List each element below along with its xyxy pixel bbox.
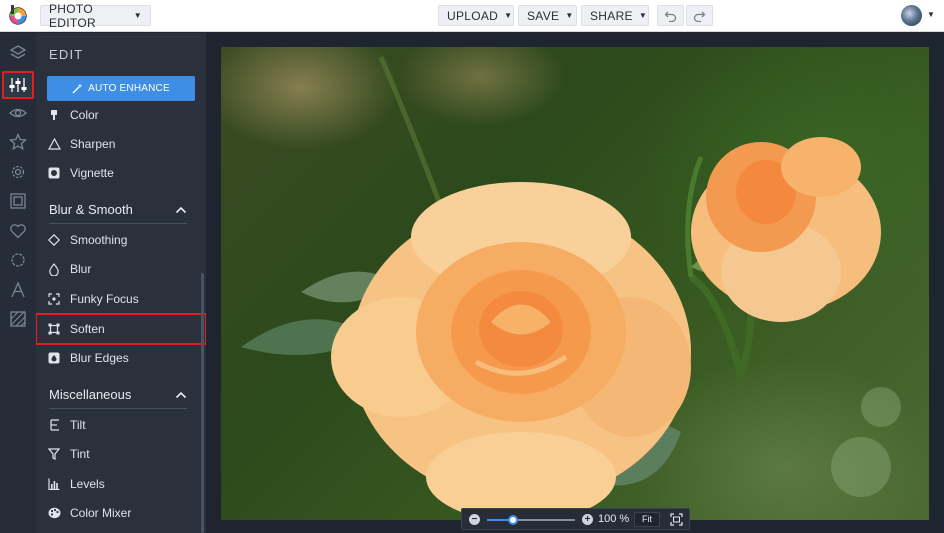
- auto-enhance-button[interactable]: AUTO ENHANCE: [47, 76, 195, 101]
- tool-label: Blur Edges: [70, 351, 129, 365]
- tool-label: Vignette: [70, 166, 114, 180]
- diamond-icon: [47, 233, 61, 247]
- tool-label: Tint: [70, 447, 90, 461]
- zoom-bar: − + 100 % Fit: [461, 508, 690, 530]
- account-caret-icon[interactable]: ▼: [927, 10, 935, 19]
- section-blur-smooth[interactable]: Blur & Smooth: [49, 196, 187, 224]
- tool-label: Color: [70, 108, 99, 122]
- tool-smoothing[interactable]: Smoothing: [47, 228, 197, 252]
- zoom-value: 100 %: [598, 513, 630, 525]
- chevron-up-icon: [175, 206, 187, 213]
- tool-color-mixer[interactable]: Color Mixer: [47, 501, 197, 525]
- upload-button[interactable]: UPLOAD ▼: [438, 5, 514, 26]
- save-label: SAVE: [527, 8, 560, 23]
- triangle-icon: [47, 137, 61, 151]
- photo-canvas[interactable]: [221, 47, 929, 520]
- edit-panel: EDIT AUTO ENHANCE Color Sharpen Vignette…: [36, 33, 206, 533]
- adjustments-tool-button[interactable]: [2, 71, 34, 99]
- tool-tint[interactable]: Tint: [47, 442, 197, 466]
- section-title: Blur & Smooth: [49, 202, 133, 217]
- share-label: SHARE: [590, 8, 633, 23]
- gear-icon[interactable]: [8, 162, 28, 182]
- section-title: Miscellaneous: [49, 387, 132, 402]
- frame-icon[interactable]: [8, 191, 28, 211]
- tool-blur-edges[interactable]: Blur Edges: [47, 346, 197, 370]
- badge-icon[interactable]: [8, 250, 28, 270]
- section-miscellaneous[interactable]: Miscellaneous: [49, 381, 187, 409]
- vignette-icon: [47, 166, 61, 180]
- undo-icon: [664, 11, 677, 22]
- layers-icon[interactable]: [8, 43, 28, 63]
- tool-label: Funky Focus: [70, 292, 139, 306]
- fullscreen-icon[interactable]: [670, 513, 683, 526]
- tool-label: Levels: [70, 477, 105, 491]
- save-button[interactable]: SAVE ▼: [518, 5, 577, 26]
- tool-rail: [0, 33, 36, 533]
- texture-icon[interactable]: [8, 309, 28, 329]
- tool-label: Smoothing: [70, 233, 128, 247]
- zoom-slider-handle[interactable]: [508, 515, 519, 525]
- tool-sharpen[interactable]: Sharpen: [47, 132, 197, 156]
- tool-color[interactable]: Color: [47, 103, 197, 127]
- magic-wand-icon: [72, 83, 83, 94]
- tool-blur[interactable]: Blur: [47, 257, 197, 281]
- photo-editor-menu-button[interactable]: PHOTO EDITOR ▼: [40, 2, 151, 30]
- canvas-area: [206, 33, 944, 533]
- tilt-icon: [47, 418, 61, 432]
- undo-button[interactable]: [657, 5, 684, 26]
- tool-tilt[interactable]: Tilt: [47, 413, 197, 437]
- tool-levels[interactable]: Levels: [47, 472, 197, 496]
- tool-vignette[interactable]: Vignette: [47, 161, 197, 185]
- caret-down-icon: ▼: [504, 11, 513, 20]
- star-icon[interactable]: [8, 132, 28, 152]
- zoom-in-button[interactable]: +: [582, 514, 593, 525]
- fit-button[interactable]: Fit: [634, 512, 660, 527]
- upload-label: UPLOAD: [447, 8, 499, 23]
- panel-title: EDIT: [49, 47, 84, 62]
- app-logo-icon[interactable]: [8, 5, 28, 25]
- palette-icon: [47, 506, 61, 520]
- adjustments-icon: [9, 78, 27, 92]
- blur-edges-icon: [47, 351, 61, 365]
- tool-label: Tilt: [70, 418, 86, 432]
- bar-chart-icon: [47, 477, 61, 491]
- redo-icon: [693, 11, 706, 22]
- funnel-icon: [47, 447, 61, 461]
- caret-down-icon: ▼: [565, 11, 574, 20]
- eye-icon[interactable]: [8, 103, 28, 123]
- avatar[interactable]: [901, 5, 922, 26]
- focus-icon: [47, 292, 61, 306]
- paint-bucket-icon: [47, 108, 61, 122]
- tool-label: Blur: [70, 262, 92, 276]
- photo-editor-menu-label: PHOTO EDITOR: [49, 1, 96, 30]
- tool-funky-focus[interactable]: Funky Focus: [47, 287, 197, 311]
- top-bar: PHOTO EDITOR ▼ UPLOAD ▼ SAVE ▼ SHARE ▼ ▼: [0, 0, 944, 32]
- caret-down-icon: ▼: [638, 11, 648, 20]
- heart-icon[interactable]: [8, 221, 28, 241]
- redo-button[interactable]: [686, 5, 713, 26]
- zoom-out-button[interactable]: −: [469, 514, 480, 525]
- panel-scrollbar[interactable]: [201, 273, 204, 533]
- caret-down-icon: ▼: [133, 11, 142, 20]
- tool-label: Color Mixer: [70, 506, 132, 520]
- drop-icon: [47, 262, 61, 276]
- selected-tool-highlight: [36, 313, 206, 345]
- auto-enhance-label: AUTO ENHANCE: [88, 83, 170, 94]
- share-button[interactable]: SHARE ▼: [581, 5, 649, 26]
- chevron-up-icon: [175, 391, 187, 398]
- tool-label: Sharpen: [70, 137, 116, 151]
- text-icon[interactable]: [8, 280, 28, 300]
- rose-photo-image: [241, 56, 901, 520]
